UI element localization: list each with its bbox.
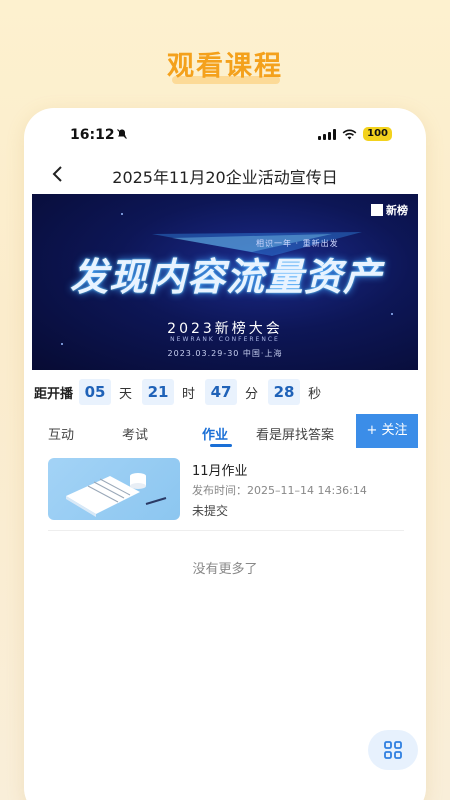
countdown-minutes-unit: 分 — [245, 386, 259, 402]
homework-thumbnail — [48, 458, 180, 520]
newrank-logo-icon — [371, 204, 383, 216]
course-banner[interactable]: 新榜 相识一年 · 重新出发 发现内容流量资产 2023新榜大会 NEWRANK… — [32, 194, 418, 370]
banner-date: 2023.03.29-30 中国·上海 — [167, 349, 283, 358]
nav-bar: 2025年11月20企业活动宣传日 — [24, 154, 426, 194]
menu-fab[interactable] — [368, 730, 418, 770]
homework-publish-time: 发布时间：2025–11–14 14:36:14 — [192, 484, 367, 497]
page-title: 2025年11月20企业活动宣传日 — [112, 168, 338, 187]
countdown-hours-unit: 时 — [182, 386, 196, 402]
countdown-minutes: 47 — [205, 379, 238, 405]
tab-interaction[interactable]: 互动 — [48, 424, 74, 443]
banner-headline: 发现内容流量资产 — [70, 255, 383, 299]
signal-icon — [318, 128, 337, 140]
tab-exam[interactable]: 考试 — [122, 424, 148, 443]
countdown: 距开播 05 天 21 时 47 分 28 秒 — [34, 378, 331, 406]
divider — [48, 530, 404, 531]
banner-logo: 新榜 — [371, 202, 408, 218]
banner-conference: 2023新榜大会 — [167, 321, 283, 337]
tab-screen-answers[interactable]: 看是屏找答案 — [256, 424, 334, 443]
mute-bell-icon — [117, 129, 127, 139]
countdown-seconds-unit: 秒 — [308, 386, 322, 402]
countdown-hours: 21 — [142, 379, 175, 405]
homework-title: 11月作业 — [192, 464, 248, 479]
wifi-icon — [342, 129, 357, 139]
countdown-seconds: 28 — [268, 379, 301, 405]
homework-status: 未提交 — [192, 504, 229, 518]
status-right: 100 — [318, 127, 392, 141]
battery-indicator: 100 — [363, 127, 392, 141]
no-more-text: 没有更多了 — [192, 562, 258, 577]
tab-homework[interactable]: 作业 — [202, 424, 228, 443]
follow-button[interactable]: + 关注 — [356, 414, 418, 448]
banner-logo-text: 新榜 — [386, 204, 408, 217]
homework-item[interactable]: 11月作业 发布时间：2025–11–14 14:36:14 未提交 — [48, 458, 404, 522]
countdown-days: 05 — [79, 379, 112, 405]
countdown-days-unit: 天 — [119, 386, 133, 402]
status-time: 16:12 — [70, 127, 115, 143]
phone-screen: 16:12 100 2025年11月20企业活动宣传日 新榜 相识一年 · 重新… — [24, 108, 426, 800]
countdown-label: 距开播 — [34, 386, 74, 402]
grid-menu-icon — [384, 741, 402, 759]
active-tab-indicator — [210, 444, 232, 447]
tab-bar: 互动 考试 作业 看是屏找答案 + 关注 — [24, 414, 426, 450]
status-bar: 16:12 100 — [24, 124, 426, 144]
banner-conference-en: NEWRANK CONFERENCE — [170, 336, 280, 343]
promo-title: 观看课程 — [167, 51, 283, 82]
notebook-coffee-icon — [66, 473, 167, 517]
